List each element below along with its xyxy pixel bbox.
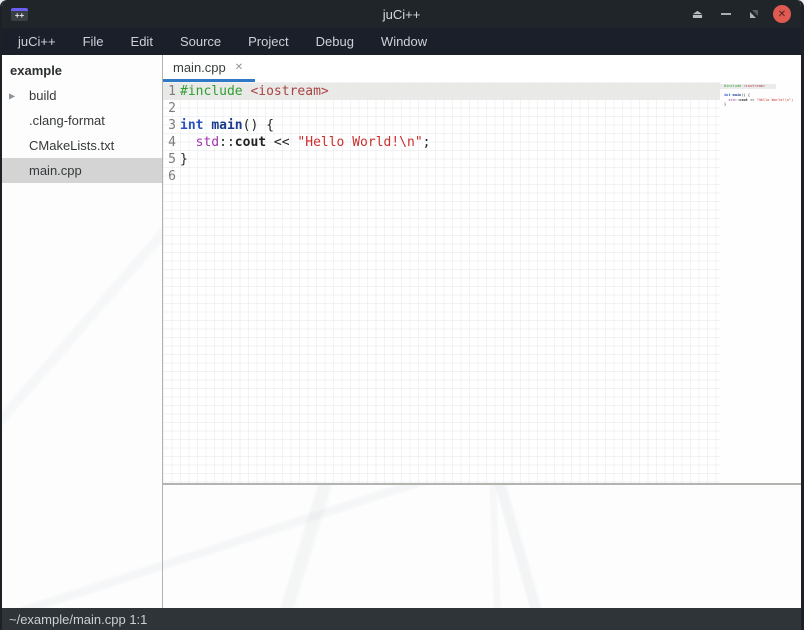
line-text: std::cout << "Hello World!\n"; bbox=[176, 134, 430, 151]
editor-column: main.cpp ✕ 1#include <iostream>23int mai… bbox=[163, 55, 801, 608]
file-tree-sidebar: example ▶ build .clang-format CMakeLists.tx… bbox=[2, 55, 163, 608]
code-lines: 1#include <iostream>23int main() {4 std:… bbox=[163, 83, 720, 185]
window-title: juCi++ bbox=[2, 7, 801, 22]
title-bar[interactable]: ++ juCi++ ⏏ ✕ bbox=[2, 0, 801, 28]
maximize-glyph bbox=[749, 9, 759, 19]
code-line-3: 3int main() { bbox=[163, 117, 720, 134]
code-area[interactable]: 1#include <iostream>23int main() {4 std:… bbox=[163, 82, 720, 483]
rollup-icon[interactable]: ⏏ bbox=[689, 6, 706, 23]
menu-debug[interactable]: Debug bbox=[310, 30, 360, 53]
minimap-lines: #include <iostream>int main() { std::cou… bbox=[724, 84, 801, 112]
line-text: } bbox=[176, 151, 188, 168]
code-line-6: 6 bbox=[163, 168, 720, 185]
tree-item--clang-format[interactable]: .clang-format bbox=[2, 108, 162, 133]
app-window: ++ juCi++ ⏏ ✕ juCi++ File Edit Source Pr… bbox=[0, 0, 804, 630]
minimap[interactable]: #include <iostream>int main() { std::cou… bbox=[720, 82, 801, 483]
status-file-position: ~/example/main.cpp 1:1 bbox=[9, 612, 147, 627]
menu-window[interactable]: Window bbox=[375, 30, 433, 53]
line-text: int main() { bbox=[176, 117, 274, 134]
menu-edit[interactable]: Edit bbox=[125, 30, 159, 53]
maximize-icon[interactable] bbox=[745, 6, 762, 23]
workspace: example ▶ build .clang-format CMakeLists.tx… bbox=[2, 55, 801, 608]
tab-main-cpp[interactable]: main.cpp ✕ bbox=[163, 55, 255, 82]
tree-item-label: CMakeLists.txt bbox=[29, 138, 114, 153]
tab-bar: main.cpp ✕ bbox=[163, 55, 801, 82]
line-text bbox=[176, 168, 180, 185]
tab-label: main.cpp bbox=[173, 60, 226, 75]
line-number: 5 bbox=[166, 151, 176, 168]
tree-item-build[interactable]: ▶ build bbox=[2, 83, 162, 108]
tree-items: ▶ build .clang-format CMakeLists.txt main.cp… bbox=[2, 83, 162, 183]
terminal-panel[interactable] bbox=[163, 485, 801, 608]
menu-file[interactable]: File bbox=[77, 30, 110, 53]
line-text bbox=[176, 100, 180, 117]
close-icon[interactable]: ✕ bbox=[773, 5, 791, 23]
code-line-4: 4 std::cout << "Hello World!\n"; bbox=[163, 134, 720, 151]
menu-bar: juCi++ File Edit Source Project Debug Wi… bbox=[2, 28, 801, 55]
tab-close-icon[interactable]: ✕ bbox=[235, 62, 243, 73]
line-number: 4 bbox=[166, 134, 176, 151]
expander-icon[interactable]: ▶ bbox=[9, 91, 15, 100]
menu-source[interactable]: Source bbox=[174, 30, 227, 53]
code-line-1: 1#include <iostream> bbox=[163, 83, 720, 100]
window-controls: ⏏ ✕ bbox=[689, 5, 801, 23]
tree-item-main-cpp[interactable]: main.cpp bbox=[2, 158, 162, 183]
line-number: 3 bbox=[166, 117, 176, 134]
tree-root-example[interactable]: example bbox=[2, 58, 162, 83]
line-number: 2 bbox=[166, 100, 176, 117]
menu-project[interactable]: Project bbox=[242, 30, 294, 53]
code-editor[interactable]: 1#include <iostream>23int main() {4 std:… bbox=[163, 82, 801, 483]
minimize-icon[interactable] bbox=[717, 6, 734, 23]
line-number: 1 bbox=[166, 83, 176, 100]
menu-juci[interactable]: juCi++ bbox=[12, 30, 62, 53]
line-number: 6 bbox=[166, 168, 176, 185]
code-line-2: 2 bbox=[163, 100, 720, 117]
status-bar: ~/example/main.cpp 1:1 bbox=[2, 608, 801, 630]
tree-item-label: .clang-format bbox=[29, 113, 105, 128]
minimap-line-6 bbox=[724, 107, 801, 112]
line-text: #include <iostream> bbox=[176, 83, 329, 100]
tree-item-cmakelists-txt[interactable]: CMakeLists.txt bbox=[2, 133, 162, 158]
code-line-5: 5} bbox=[163, 151, 720, 168]
tree-item-label: build bbox=[29, 88, 56, 103]
tree-item-label: main.cpp bbox=[29, 163, 82, 178]
